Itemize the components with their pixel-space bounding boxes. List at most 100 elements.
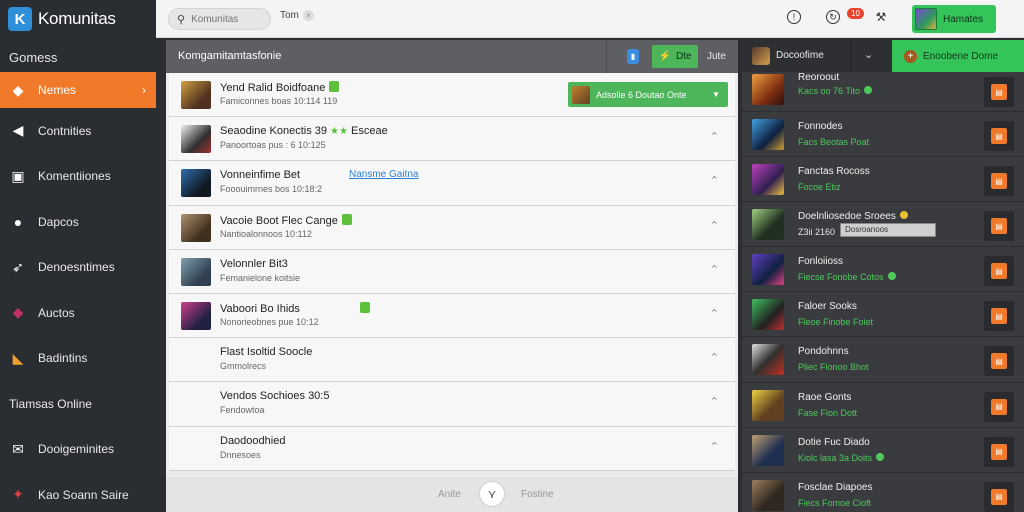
list-item[interactable]: Fonnodes Facs Beotas Poat ▤: [742, 112, 1024, 158]
activity-title-text: Fanctas Rocoss: [798, 166, 870, 178]
printer-icon: ▣: [11, 167, 25, 184]
add-game-button[interactable]: + Enoobene Dome: [892, 40, 1024, 72]
game-action-button[interactable]: ▤: [984, 256, 1014, 287]
activity-sub: Z3ii 2160: [798, 227, 836, 238]
profile-label: Hamates: [943, 13, 984, 25]
game-title: Vacoie Boot Flec Cange: [220, 213, 352, 227]
app-logo-text: Komunitas: [38, 9, 116, 28]
panel-title: Komgamitamtasfonie: [178, 50, 282, 62]
sort-label[interactable]: Jute: [707, 51, 726, 62]
list-item[interactable]: Fonloiioss Fiecse Fonobe Cotos ▤: [742, 247, 1024, 293]
list-item[interactable]: Fanctas Rocoss Focoe Etiz ▤: [742, 157, 1024, 203]
game-meta: Panoortoas pus : 6 10:125: [220, 140, 326, 151]
game-action-button[interactable]: ▤: [984, 121, 1014, 151]
next-link[interactable]: Fostine: [521, 489, 554, 500]
app-logo[interactable]: K Komunitas: [8, 6, 116, 32]
avatar: [752, 47, 770, 65]
scroll-down-icon[interactable]: ⋎: [479, 481, 505, 507]
list-item[interactable]: Reoroout Kacs oo 76 Tito ▤: [742, 72, 1024, 112]
filter-button-label: Dte: [675, 51, 692, 62]
game-action-button[interactable]: ▤: [984, 211, 1014, 242]
list-item[interactable]: Flast Isoltid Soocle Gmmolrecs ⌃: [169, 338, 735, 383]
profile-button[interactable]: Hamates: [912, 5, 996, 33]
activity-sub: Fiecs Fomoe Cioft: [798, 497, 872, 508]
chevron-up-icon[interactable]: ⌃: [710, 174, 719, 187]
puzzle-icon: ✦: [12, 486, 24, 503]
sidebar-item-tiamsas-online[interactable]: Tiamsas Online: [0, 381, 156, 427]
filter-button[interactable]: ⚡ Dte: [652, 45, 698, 68]
sidebar-item-label: Tiamsas Online: [9, 396, 92, 411]
game-title-tail: Esceae: [351, 125, 388, 138]
list-item[interactable]: Vendos Sochioes 30:5 Fendowtoa ⌃: [169, 382, 735, 427]
activity-title-text: Fonloiioss: [798, 256, 844, 268]
sidebar-item-label: Badintins: [38, 351, 88, 366]
chevron-up-icon[interactable]: ⌃: [710, 130, 719, 143]
game-action-button[interactable]: ▤: [984, 436, 1014, 467]
list-item[interactable]: Velonnler Bit3 Femanielone koitsie ⌃: [169, 249, 735, 294]
search-input[interactable]: [191, 13, 256, 25]
list-item[interactable]: Fosclae Diapoes Fiecs Fomoe Cioft ▤: [742, 472, 1024, 512]
activity-sub: Kacs oo 76 Tito: [798, 86, 873, 96]
sidebar-item-kao-soann-saire[interactable]: ✦ Kao Soann Saire: [0, 472, 156, 512]
chevron-up-icon[interactable]: ⌃: [710, 307, 719, 320]
game-link[interactable]: Nansme Gaitna: [349, 169, 418, 180]
activity-sub: Fase Fion Dott: [798, 407, 858, 418]
sidebar-item-denoesntimes[interactable]: ➶ Denoesntimes: [0, 245, 156, 291]
list-item[interactable]: Pondohnns Pliec Fionoo Bhot ▤: [742, 337, 1024, 383]
search-box[interactable]: ⚲: [168, 8, 271, 30]
previous-link[interactable]: Anite: [438, 489, 461, 500]
list-item[interactable]: Raoe Gonts Fase Fion Dott ▤: [742, 382, 1024, 428]
chevron-up-icon[interactable]: ⌃: [710, 395, 719, 408]
chevron-down-icon[interactable]: ⌄: [864, 48, 873, 61]
activity-sub-text: Fiecse Fonobe Cotos: [798, 272, 884, 283]
chevron-up-icon[interactable]: ⌃: [710, 219, 719, 232]
list-item[interactable]: Vacoie Boot Flec Cange Nantioalonnoos 10…: [169, 205, 735, 250]
activity-title-text: Faloer Sooks: [798, 301, 857, 313]
divider: [850, 40, 851, 72]
sidebar-item-label: Kao Soann Saire: [38, 487, 129, 502]
game-title-text: Yend Ralid Boidfoane: [220, 82, 326, 94]
game-controller-icon: ◆: [12, 81, 24, 98]
row-action-button[interactable]: Adsolie 6 Doutao Onte ▼: [568, 82, 728, 107]
list-item[interactable]: Faloer Sooks Fleoe Finobe Foiet ▤: [742, 292, 1024, 338]
box-icon: ▤: [991, 263, 1007, 280]
info-icon[interactable]: !: [787, 10, 801, 24]
sidebar-item-komentiiones[interactable]: ▣ Komentiiones: [0, 154, 156, 200]
list-item[interactable]: Vaboori Bo Ihids Nonorieobnes pue 10:12 …: [169, 293, 735, 339]
filter-chip[interactable]: Tom ×: [280, 10, 314, 21]
sidebar-item-label: Dooigeminites: [38, 442, 115, 457]
game-action-button[interactable]: ▤: [984, 301, 1014, 332]
game-action-button[interactable]: ▤: [984, 481, 1014, 512]
chevron-up-icon[interactable]: ⌃: [710, 440, 719, 453]
bookmark-icon[interactable]: ▮: [627, 49, 639, 64]
list-item[interactable]: Seaodine Konectis 39 ★★ Esceae Panoortoas…: [169, 117, 735, 162]
game-meta: Gmmolrecs: [220, 361, 267, 372]
verified-badge: [359, 301, 370, 313]
chevron-up-icon[interactable]: ⌃: [710, 351, 719, 364]
game-action-button[interactable]: ▤: [984, 391, 1014, 422]
sidebar-item-auctos[interactable]: ◆ Auctos: [0, 290, 156, 336]
list-item[interactable]: Dotie Fuc Diado Kiolc lasa 3a Doits ▤: [742, 427, 1024, 473]
list-item[interactable]: Daodoodhied Dnnesoes ⌃: [169, 426, 735, 471]
close-icon[interactable]: ×: [302, 10, 314, 21]
activity-title-text: Pondohnns: [798, 346, 849, 358]
sidebar-item-badintins[interactable]: ◣ Badintins: [0, 336, 156, 382]
wrench-icon[interactable]: ⚒: [874, 10, 888, 24]
box-icon: ▤: [991, 173, 1007, 190]
game-action-button[interactable]: ▤: [984, 77, 1014, 107]
sidebar-item-dooigeminites[interactable]: ✉ Dooigeminites: [0, 427, 156, 473]
list-item[interactable]: Doelnliosedoe Sroees Z3ii 2160 Dosroanoo…: [742, 202, 1024, 248]
chevron-up-icon[interactable]: ⌃: [710, 263, 719, 276]
game-action-button[interactable]: ▤: [984, 166, 1014, 197]
list-item[interactable]: Vonneinfime Bet Nansme Gaitna Fooouimrne…: [169, 161, 735, 206]
game-meta: Femanielone koitsie: [220, 272, 301, 283]
divider: [606, 40, 607, 73]
sidebar-item-nemes[interactable]: ◆ Nemes ›: [0, 72, 156, 108]
refresh-icon[interactable]: ↻: [826, 10, 840, 24]
activity-sub: Fleoe Finobe Foiet: [798, 317, 874, 328]
sidebar-item-dapcos[interactable]: ● Dapcos: [0, 199, 156, 245]
sidebar-item-contnities[interactable]: ◀ Contnities: [0, 108, 156, 154]
list-item[interactable]: Yend Ralid Boidfoane Famiconnes boas 10:…: [169, 73, 735, 118]
game-action-button[interactable]: ▤: [984, 346, 1014, 377]
activity-sub: Pliec Fionoo Bhot: [798, 362, 869, 373]
